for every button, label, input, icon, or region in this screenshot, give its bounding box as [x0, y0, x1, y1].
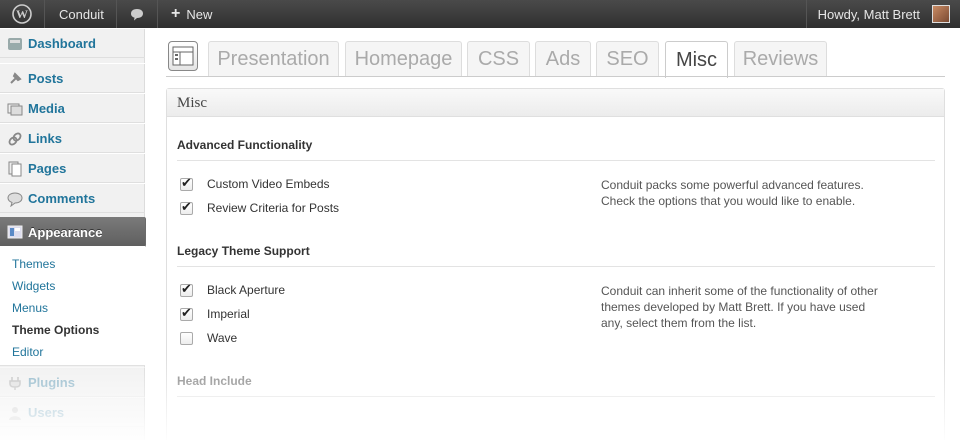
main-content: Presentation Homepage CSS Ads SEO Misc R…	[146, 28, 960, 440]
description-line: Conduit can inherit some of the function…	[601, 284, 878, 298]
panel-title: Misc	[177, 95, 207, 111]
description-line: Check the options that you would like to…	[601, 194, 856, 208]
checkbox[interactable]	[180, 305, 193, 321]
appearance-icon	[7, 225, 23, 239]
menu-posts[interactable]: Posts	[0, 63, 145, 93]
menu-label: Plugins	[28, 374, 75, 390]
menu-users[interactable]: Users	[0, 397, 145, 427]
tab-seo[interactable]: SEO	[596, 41, 659, 77]
users-icon	[9, 407, 21, 420]
description-line: any, select them from the list.	[601, 316, 757, 330]
new-label: New	[186, 6, 213, 22]
submenu-editor[interactable]: Editor	[12, 345, 43, 359]
menu-label: Media	[28, 100, 65, 116]
menu-media[interactable]: Media	[0, 93, 145, 123]
menu-label: Dashboard	[28, 35, 96, 51]
tab-reviews[interactable]: Reviews	[734, 41, 827, 77]
theme-options-icon	[168, 41, 198, 71]
comments-icon	[7, 192, 23, 207]
admin-sidebar: Dashboard Posts Media Links Pages Commen…	[0, 28, 154, 440]
menu-dashboard[interactable]: Dashboard	[0, 28, 145, 58]
menu-pages[interactable]: Pages	[0, 153, 145, 183]
submenu-menus[interactable]: Menus	[12, 301, 48, 315]
site-name-link[interactable]: Conduit	[59, 0, 104, 28]
pages-icon	[8, 161, 22, 177]
menu-label: Pages	[28, 160, 67, 176]
option-black-aperture[interactable]: Black Aperture	[180, 281, 286, 298]
appearance-submenu: Themes Widgets Menus Theme Options Edito…	[0, 246, 145, 366]
comments-icon[interactable]	[130, 0, 144, 28]
menu-comments[interactable]: Comments	[0, 183, 145, 213]
checkbox[interactable]	[180, 175, 193, 191]
description-line: Conduit packs some powerful advanced fea…	[601, 178, 864, 192]
option-label: Wave	[207, 331, 238, 345]
section-description: Conduit packs some powerful advanced fea…	[601, 177, 901, 209]
admin-bar: W Conduit + New Howdy, Matt Brett	[0, 0, 960, 28]
howdy-user[interactable]: Howdy, Matt Brett	[818, 0, 920, 28]
menu-appearance[interactable]: Appearance	[0, 217, 154, 247]
tab-presentation[interactable]: Presentation	[208, 41, 339, 77]
section-description: Conduit can inherit some of the function…	[601, 283, 901, 331]
section-title-legacy: Legacy Theme Support	[177, 244, 310, 258]
option-imperial[interactable]: Imperial	[180, 305, 250, 322]
divider	[177, 396, 935, 397]
panel-header: Misc	[167, 89, 944, 117]
link-icon	[8, 132, 22, 146]
option-label: Custom Video Embeds	[207, 177, 330, 191]
description-line: themes developed by Matt Brett. If you h…	[601, 300, 866, 314]
section-title-head-include: Head Include	[177, 374, 252, 388]
option-custom-video-embeds[interactable]: Custom Video Embeds	[180, 175, 330, 192]
divider	[177, 160, 935, 161]
option-label: Imperial	[207, 307, 250, 321]
avatar[interactable]	[932, 5, 950, 23]
option-review-criteria[interactable]: Review Criteria for Posts	[180, 199, 340, 216]
dashboard-icon	[8, 38, 22, 50]
section-title-advanced: Advanced Functionality	[177, 138, 313, 152]
pin-icon	[10, 72, 22, 84]
menu-plugins[interactable]: Plugins	[0, 367, 145, 397]
tabs-divider	[166, 76, 945, 77]
menu-label: Comments	[28, 190, 96, 206]
media-icon	[7, 103, 23, 116]
menu-label: Links	[28, 130, 62, 146]
option-label: Black Aperture	[207, 283, 286, 297]
menu-label: Users	[28, 404, 65, 420]
divider	[177, 266, 935, 267]
svg-text:W: W	[16, 7, 28, 21]
options-panel: Misc Advanced Functionality Custom Video…	[166, 88, 945, 440]
new-content-button[interactable]: + New	[171, 0, 212, 28]
tab-ads[interactable]: Ads	[535, 41, 591, 77]
plus-icon: +	[171, 5, 181, 22]
plugins-icon	[9, 377, 21, 390]
checkbox[interactable]	[180, 199, 193, 215]
checkbox[interactable]	[180, 331, 193, 345]
submenu-theme-options[interactable]: Theme Options	[12, 323, 99, 337]
menu-label: Appearance	[28, 224, 103, 240]
menu-label: Posts	[28, 70, 64, 86]
menu-links[interactable]: Links	[0, 123, 145, 153]
option-wave[interactable]: Wave	[180, 330, 237, 346]
tab-css[interactable]: CSS	[467, 41, 530, 77]
checkbox[interactable]	[180, 281, 193, 297]
tab-misc[interactable]: Misc	[665, 41, 728, 78]
option-label: Review Criteria for Posts	[207, 201, 340, 215]
tab-homepage[interactable]: Homepage	[345, 41, 462, 77]
submenu-widgets[interactable]: Widgets	[12, 279, 55, 293]
submenu-themes[interactable]: Themes	[12, 257, 55, 271]
wordpress-logo-icon[interactable]: W	[10, 0, 34, 28]
